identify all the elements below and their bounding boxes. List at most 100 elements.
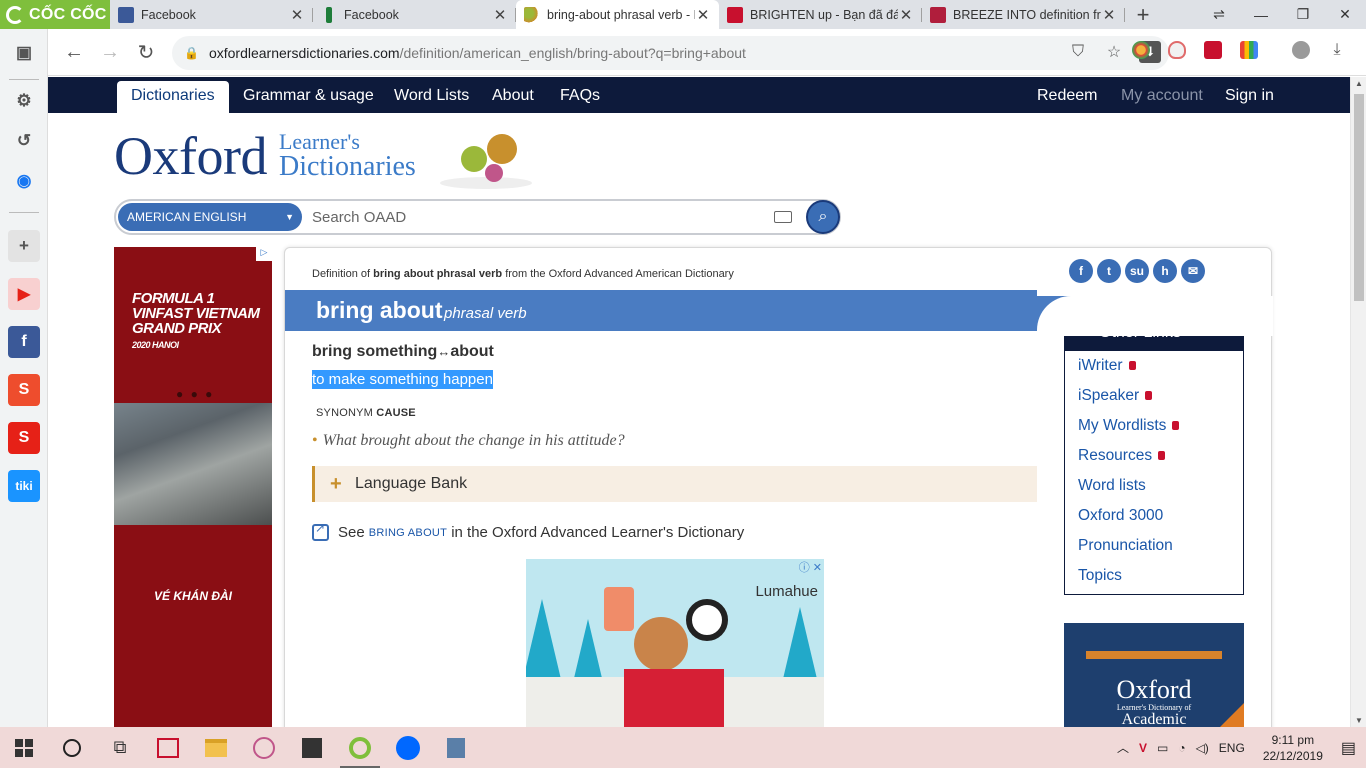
coccoc-taskbar-button[interactable] [336, 727, 384, 768]
tab-facebook-2[interactable]: Facebook ✕ [313, 0, 516, 29]
other-link-topics[interactable]: Topics [1078, 561, 1243, 591]
input-language[interactable]: ENG [1219, 741, 1245, 755]
taskbar-app-3[interactable] [288, 727, 336, 768]
adchoices-icon[interactable]: ▷ [256, 247, 272, 261]
other-link-word-lists[interactable]: Word lists [1078, 471, 1243, 501]
red-ext-icon[interactable] [1204, 41, 1222, 59]
sidebar-toggle-icon[interactable]: ▣ [8, 37, 40, 69]
ox-share-icon[interactable]: h [1153, 259, 1177, 283]
page-scrollbar[interactable]: ▲ ▼ [1350, 77, 1366, 727]
other-link-pronunciation[interactable]: Pronunciation [1078, 531, 1243, 561]
chrome-ext-icon[interactable] [1132, 41, 1150, 59]
close-icon[interactable]: ✕ [289, 6, 305, 24]
tab-title: BREEZE INTO definition from [953, 7, 1101, 22]
file-explorer-button[interactable] [192, 727, 240, 768]
add-app-icon[interactable]: + [8, 230, 40, 262]
search-input[interactable]: Search OAAD [312, 209, 406, 226]
tiki-icon[interactable]: tiki [8, 470, 40, 502]
facebook-app-icon[interactable]: f [8, 326, 40, 358]
history-icon[interactable]: ↺ [8, 125, 40, 157]
tray-expand-icon[interactable]: ︿ [1117, 739, 1129, 756]
right-advertisement[interactable]: Oxford Learner's Dictionary of Academic [1064, 623, 1244, 727]
nav-faqs[interactable]: FAQs [560, 77, 600, 113]
nav-grammar-usage[interactable]: Grammar & usage [243, 77, 374, 113]
other-link-oxford-3000[interactable]: Oxford 3000 [1078, 501, 1243, 531]
volume-icon[interactable]: ◁) [1196, 741, 1209, 755]
oxford-logo[interactable]: Oxford Learner's Dictionaries [114, 125, 416, 187]
browser-brand[interactable]: CỐC CỐC [0, 0, 110, 29]
nav-redeem[interactable]: Redeem [1037, 77, 1097, 113]
bookmark-star-icon[interactable]: ☆ [1103, 41, 1125, 63]
youtube-icon[interactable]: ▶ [8, 278, 40, 310]
scroll-up-icon[interactable]: ▲ [1355, 79, 1363, 88]
shopee-icon[interactable]: S [8, 374, 40, 406]
search-button[interactable]: ⌕ [806, 200, 840, 234]
nav-about[interactable]: About [492, 77, 534, 113]
wifi-icon[interactable]: ◔ [1178, 741, 1185, 755]
adblock-icon[interactable] [1168, 41, 1186, 59]
taskbar-app-4[interactable] [432, 727, 480, 768]
lock-icon[interactable]: 🔒 [184, 46, 199, 60]
scroll-thumb[interactable] [1354, 94, 1364, 301]
close-icon[interactable]: ✕ [898, 6, 914, 24]
see-also-link[interactable]: See BRING ABOUT in the Oxford Advanced L… [312, 521, 744, 541]
back-button[interactable]: ← [56, 34, 92, 70]
color-grid-ext-icon[interactable] [1240, 41, 1258, 59]
email-share-icon[interactable]: ✉ [1181, 259, 1205, 283]
left-advertisement[interactable]: ▷ FORMULA 1 VINFAST VIETNAM GRAND PRIX 2… [114, 247, 272, 727]
start-button[interactable] [0, 727, 48, 768]
dictionary-select[interactable]: AMERICAN ENGLISH ▼ [118, 203, 302, 231]
sendo-icon[interactable]: S [8, 422, 40, 454]
search-taskbar-button[interactable] [48, 727, 96, 768]
close-icon[interactable]: ✕ [695, 6, 711, 24]
minimize-button[interactable]: — [1240, 0, 1282, 29]
middle-advertisement[interactable]: Lumahue ⓘ ✕ [526, 559, 824, 727]
new-tab-button[interactable]: + [1125, 0, 1161, 29]
forward-button[interactable]: → [92, 34, 128, 70]
tab-menu-icon[interactable]: ⇌ [1198, 0, 1240, 29]
scroll-down-icon[interactable]: ▼ [1355, 716, 1363, 725]
stumbleupon-share-icon[interactable]: su [1125, 259, 1149, 283]
downloads-icon[interactable]: ⤓ [1328, 41, 1346, 59]
shield-icon[interactable]: ⛉ [1067, 41, 1089, 63]
unikey-icon[interactable]: V [1139, 741, 1147, 755]
zalo-taskbar-button[interactable] [384, 727, 432, 768]
tab-facebook-1[interactable]: Facebook ✕ [110, 0, 313, 29]
settings-icon[interactable]: ⚙ [8, 85, 40, 117]
close-icon[interactable]: ✕ [492, 6, 508, 24]
task-view-button[interactable]: ⧉ [96, 727, 144, 768]
clock[interactable]: 9:11 pm 22/12/2019 [1263, 732, 1323, 764]
restore-button[interactable]: ❐ [1282, 0, 1324, 29]
synonym-word[interactable]: CAUSE [376, 407, 416, 419]
ad-close-icon[interactable]: ⓘ ✕ [799, 559, 822, 575]
language-bank-toggle[interactable]: + Language Bank [312, 466, 1037, 502]
nav-dictionaries[interactable]: Dictionaries [117, 81, 229, 113]
other-link-resources[interactable]: Resources [1078, 441, 1243, 471]
reload-button[interactable]: ↻ [128, 34, 164, 70]
address-bar[interactable]: 🔒 oxfordlearnersdictionaries.com/definit… [172, 36, 1169, 70]
definition-text[interactable]: to make something happen [312, 370, 493, 389]
see-term[interactable]: BRING ABOUT [369, 527, 447, 539]
tab-breeze-into[interactable]: BREEZE INTO definition from ✕ [922, 0, 1125, 29]
taskbar-app-1[interactable] [144, 727, 192, 768]
taskbar-app-2[interactable] [240, 727, 288, 768]
close-window-button[interactable]: ✕ [1324, 0, 1366, 29]
other-link-my-wordlists[interactable]: My Wordlists [1078, 411, 1243, 441]
close-icon[interactable]: ✕ [1101, 6, 1117, 24]
battery-icon[interactable]: ▭ [1157, 741, 1168, 755]
messenger-icon[interactable]: ◉ [8, 165, 40, 197]
other-link-iwriter[interactable]: iWriter [1078, 351, 1243, 381]
nav-my-account[interactable]: My account [1121, 77, 1203, 113]
nav-word-lists[interactable]: Word Lists [394, 77, 469, 113]
twitter-share-icon[interactable]: t [1097, 259, 1121, 283]
facebook-share-icon[interactable]: f [1069, 259, 1093, 283]
notifications-icon[interactable]: ▤ [1341, 738, 1356, 758]
profile-avatar[interactable] [1292, 41, 1310, 59]
tab-brighten-up[interactable]: BRIGHTEN up - Bạn đã đánh ✕ [719, 0, 922, 29]
other-link-ispeaker[interactable]: iSpeaker [1078, 381, 1243, 411]
ad-brand-name: Lumahue [755, 583, 818, 600]
keyboard-icon[interactable] [774, 211, 792, 223]
tab-title: BRIGHTEN up - Bạn đã đánh [750, 7, 898, 22]
nav-sign-in[interactable]: Sign in [1225, 77, 1274, 113]
tab-bring-about[interactable]: bring-about phrasal verb - D ✕ [516, 0, 719, 29]
